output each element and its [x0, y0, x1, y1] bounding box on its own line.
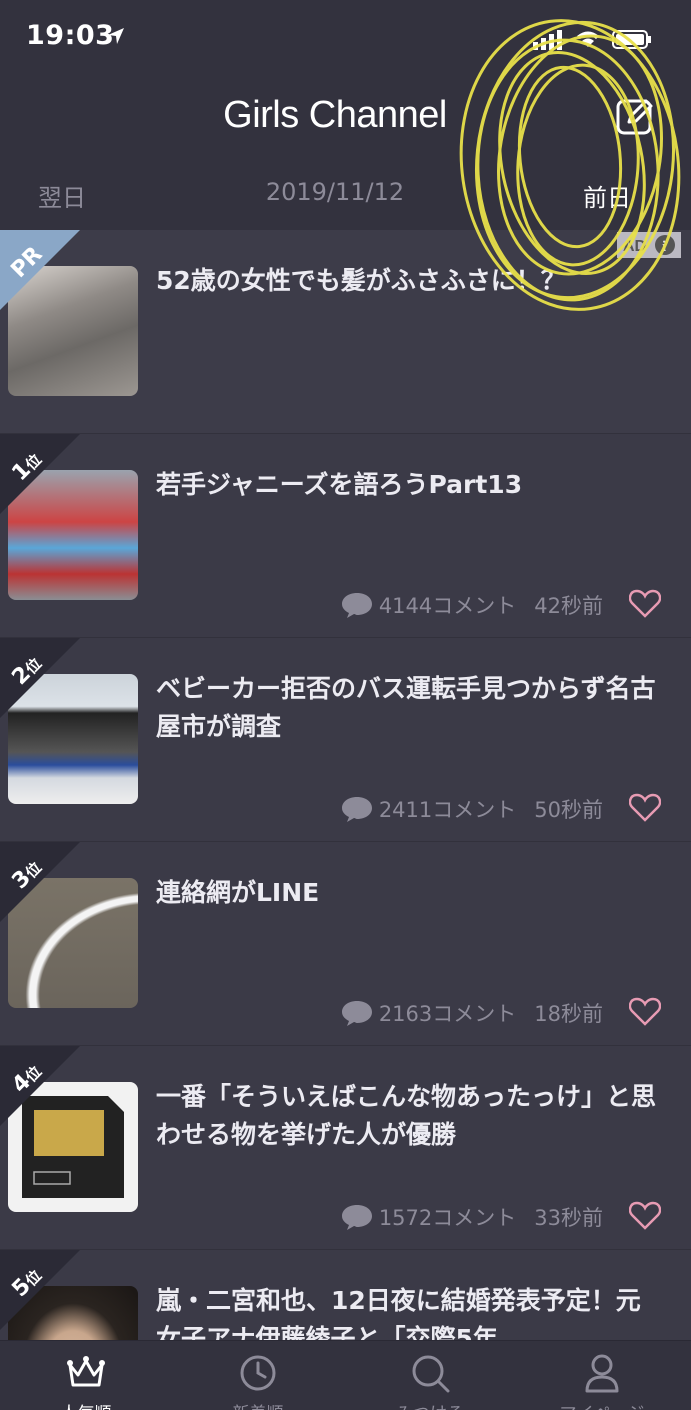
location-arrow-icon	[108, 28, 124, 44]
app-title: Girls Channel	[223, 94, 447, 136]
heart-icon[interactable]	[629, 1200, 661, 1230]
topic-title: 一番「そういえばこんな物あったっけ」と思わせる物を挙げた人が優勝	[156, 1082, 657, 1149]
ad-info-icon[interactable]: AD i	[617, 232, 681, 258]
time-ago: 50秒前	[534, 798, 603, 822]
topic-item[interactable]: 2位 ベビーカー拒否のバス運転手見つからず名古屋市が調査 2411コメント 50…	[0, 638, 691, 842]
topic-list: PR 52歳の女性でも髪がふさふさに！？ AD i 1位 若手ジャニーズを語ろう…	[0, 230, 691, 1340]
comment-count: 4144コメント	[378, 594, 517, 618]
rank-badge: 3位	[0, 842, 80, 922]
status-bar: 19:03	[0, 0, 691, 80]
signal-wifi-battery-icon	[533, 30, 651, 50]
topic-meta: 1572コメント 33秒前	[341, 1202, 603, 1232]
bottom-tab-bar: 人気順 新着順 みつける マイページ	[0, 1340, 691, 1410]
comment-count: 2163コメント	[378, 1002, 517, 1026]
app-header: Girls Channel 翌日 2019/11/12 前日	[0, 80, 691, 230]
tab-new[interactable]: 新着順	[172, 1341, 344, 1410]
topic-title: 連絡網がLINE	[156, 878, 320, 907]
comment-icon	[341, 797, 372, 822]
topic-meta: 4144コメント 42秒前	[341, 590, 603, 620]
search-icon	[412, 1355, 450, 1393]
topic-meta: 2411コメント 50秒前	[341, 794, 603, 824]
comment-icon	[341, 1205, 372, 1230]
time-ago: 42秒前	[534, 594, 603, 618]
previous-day-button[interactable]: 前日	[583, 178, 631, 213]
tab-mypage[interactable]: マイページ	[516, 1341, 688, 1410]
topic-title: ベビーカー拒否のバス運転手見つからず名古屋市が調査	[156, 674, 656, 741]
topic-item[interactable]: 5位 嵐・二宮和也、12日夜に結婚発表予定！元女子アナ伊藤綾子と「交際5年	[0, 1250, 691, 1340]
ad-title: 52歳の女性でも髪がふさふさに！？	[156, 266, 566, 295]
ad-label: AD	[623, 238, 646, 255]
user-icon	[585, 1354, 619, 1393]
topic-title: 嵐・二宮和也、12日夜に結婚発表予定！元女子アナ伊藤綾子と「交際5年	[156, 1286, 641, 1340]
comment-count: 2411コメント	[378, 798, 517, 822]
comment-icon	[341, 593, 372, 618]
time-ago: 18秒前	[534, 1002, 603, 1026]
svg-text:i: i	[662, 239, 666, 255]
time-ago: 33秒前	[534, 1206, 603, 1230]
topic-item[interactable]: 3位 連絡網がLINE 2163コメント 18秒前	[0, 842, 691, 1046]
tab-label: みつける	[344, 1399, 516, 1410]
status-time: 19:03	[26, 20, 115, 51]
date-navigation: 翌日 2019/11/12 前日	[0, 178, 691, 218]
tab-popular[interactable]: 人気順	[0, 1341, 172, 1410]
compose-icon[interactable]	[615, 96, 655, 136]
crown-icon	[67, 1356, 105, 1387]
heart-icon[interactable]	[629, 792, 661, 822]
current-date: 2019/11/12	[265, 178, 405, 206]
ad-item[interactable]: PR 52歳の女性でも髪がふさふさに！？ AD i	[0, 230, 691, 434]
topic-item[interactable]: 4位 一番「そういえばこんな物あったっけ」と思わせる物を挙げた人が優勝 1572…	[0, 1046, 691, 1250]
topic-item[interactable]: 1位 若手ジャニーズを語ろうPart13 4144コメント 42秒前	[0, 434, 691, 638]
topic-meta: 2163コメント 18秒前	[341, 998, 603, 1028]
clock-icon	[240, 1355, 276, 1391]
pr-badge: PR	[0, 230, 80, 310]
rank-badge: 5位	[0, 1250, 80, 1330]
comment-count: 1572コメント	[378, 1206, 517, 1230]
heart-icon[interactable]	[629, 588, 661, 618]
rank-badge: 4位	[0, 1046, 80, 1126]
rank-badge: 1位	[0, 434, 80, 514]
topic-title: 若手ジャニーズを語ろうPart13	[156, 470, 523, 499]
tab-search[interactable]: みつける	[344, 1341, 516, 1410]
comment-icon	[341, 1001, 372, 1026]
tab-label: マイページ	[516, 1399, 688, 1410]
tab-label: 新着順	[172, 1399, 344, 1410]
heart-icon[interactable]	[629, 996, 661, 1026]
rank-badge: 2位	[0, 638, 80, 718]
tab-label: 人気順	[0, 1399, 172, 1410]
